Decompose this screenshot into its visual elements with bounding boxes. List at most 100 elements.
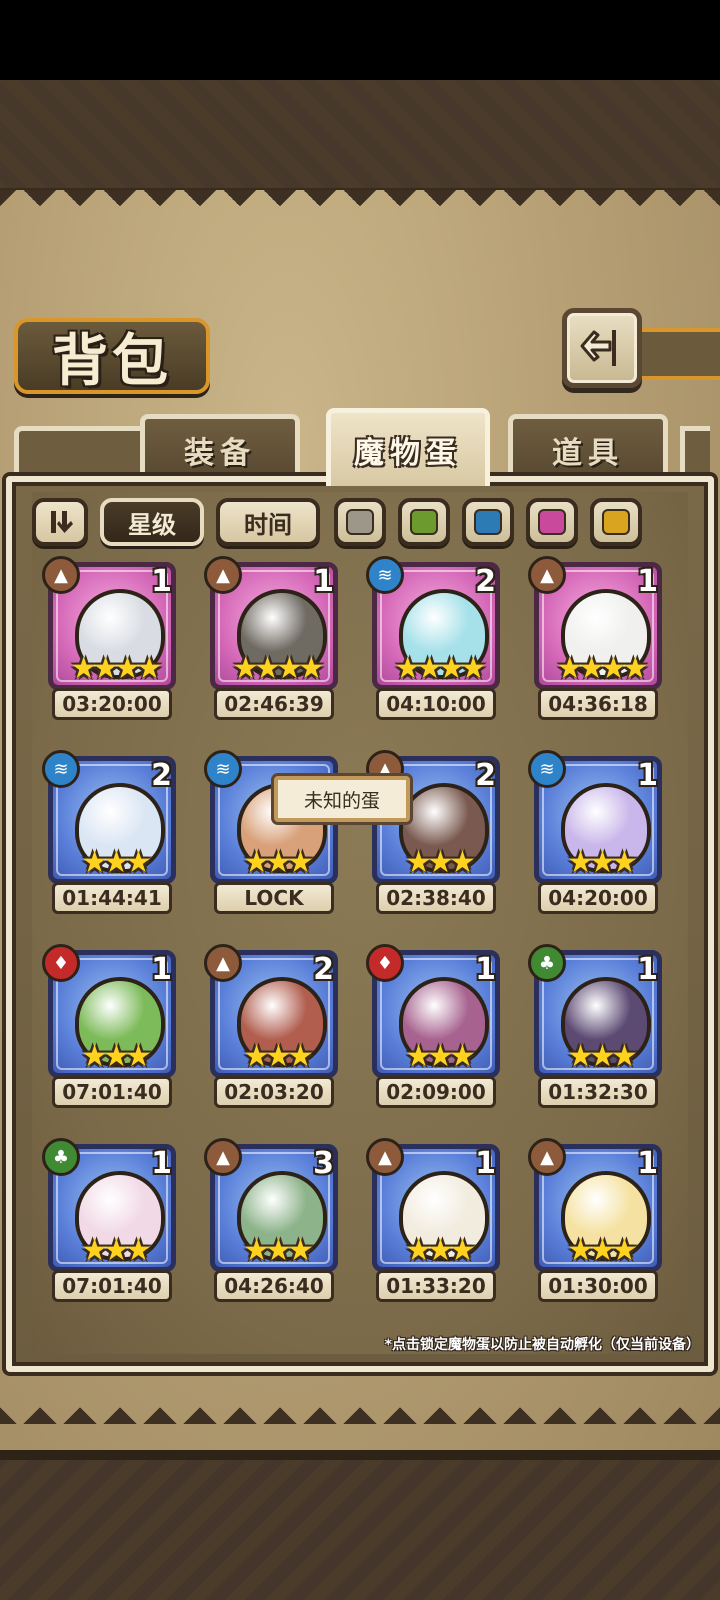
egg-star-rating: ★★★ (405, 1039, 476, 1074)
color-filter-pink-button[interactable] (526, 498, 578, 546)
egg-star-rating: ★★★ (81, 845, 152, 880)
tab-equipment[interactable]: 装备 (140, 414, 300, 480)
sort-by-stars-label: 星级 (128, 510, 176, 539)
tab-monster-eggs-label: 魔物蛋 (354, 435, 462, 471)
egg-tooltip: 未知的蛋 (274, 776, 410, 822)
egg-card[interactable]: ▲ 1 ★★★★ 04:36:18 (528, 556, 662, 726)
egg-card[interactable]: ▲ 1 ★★★★ 02:46:39 (204, 556, 338, 726)
water-element-icon: ≋ (528, 750, 566, 788)
egg-count: 2 (475, 758, 496, 793)
color-filter-green-button[interactable] (398, 498, 450, 546)
tab-items-label: 道具 (552, 435, 624, 471)
grass-element-icon: ♣ (528, 944, 566, 982)
egg-hatch-timer: 04:20:00 (538, 882, 658, 914)
color-filter-gray-button[interactable] (334, 498, 386, 546)
egg-count: 1 (637, 564, 658, 599)
egg-star-rating: ★★★ (81, 1039, 152, 1074)
bottom-zigzag-border (0, 1398, 720, 1424)
page-title: 背包 (52, 327, 172, 394)
egg-count: 1 (475, 1146, 496, 1181)
egg-star-rating: ★★★★ (232, 651, 325, 686)
color-swatch (474, 509, 502, 535)
color-swatch (538, 509, 566, 535)
sort-by-time-label: 时间 (244, 510, 292, 539)
egg-count: 1 (151, 1146, 172, 1181)
water-element-icon: ≋ (42, 750, 80, 788)
tab-equipment-label: 装备 (184, 435, 256, 471)
tab-strip-left (14, 426, 146, 482)
earth-element-icon: ▲ (366, 1138, 404, 1176)
earth-element-icon: ▲ (204, 556, 242, 594)
fire-element-icon: ♦ (366, 944, 404, 982)
egg-count: 1 (637, 758, 658, 793)
egg-card[interactable]: ♦ 1 ★★★ 07:01:40 (42, 944, 176, 1114)
egg-hatch-timer: 04:26:40 (214, 1270, 334, 1302)
egg-card[interactable]: ▲ 1 ★★★ 01:33:20 (366, 1138, 500, 1308)
egg-hatch-timer: 02:38:40 (376, 882, 496, 914)
egg-star-rating: ★★★ (243, 1039, 314, 1074)
top-zigzag-border (0, 190, 720, 216)
egg-count: 2 (151, 758, 172, 793)
auto-hatch-footnote: *点击锁定魔物蛋以防止被自动孵化（仅当前设备） (384, 1337, 700, 1353)
egg-card[interactable]: ≋ 2 ★★★ 01:44:41 (42, 750, 176, 920)
back-ribbon (630, 328, 720, 380)
egg-hatch-timer: 07:01:40 (52, 1270, 172, 1302)
color-filter-yellow-button[interactable] (590, 498, 642, 546)
back-button[interactable] (562, 308, 642, 388)
egg-hatch-timer: 03:20:00 (52, 688, 172, 720)
egg-star-rating: ★★★ (567, 1039, 638, 1074)
egg-hatch-timer: 01:44:41 (52, 882, 172, 914)
egg-card[interactable]: ♣ 1 ★★★ 07:01:40 (42, 1138, 176, 1308)
sort-by-time-button[interactable]: 时间 (216, 498, 320, 546)
egg-card[interactable]: ♣ 1 ★★★ 01:32:30 (528, 944, 662, 1114)
title-plate: 背包 (14, 318, 210, 394)
egg-card[interactable]: ▲ 1 ★★★★ 03:20:00 (42, 556, 176, 726)
color-swatch (410, 509, 438, 535)
color-filter-blue-button[interactable] (462, 498, 514, 546)
egg-count: 1 (475, 952, 496, 987)
egg-card[interactable]: ♦ 1 ★★★ 02:09:00 (366, 944, 500, 1114)
egg-star-rating: ★★★ (405, 845, 476, 880)
earth-element-icon: ▲ (42, 556, 80, 594)
egg-star-rating: ★★★ (405, 1233, 476, 1268)
egg-star-rating: ★★★ (243, 1233, 314, 1268)
status-bar (0, 0, 720, 80)
egg-count: 1 (151, 952, 172, 987)
egg-card[interactable]: ▲ 3 ★★★ 04:26:40 (204, 1138, 338, 1308)
egg-star-rating: ★★★ (567, 1233, 638, 1268)
egg-count: 1 (151, 564, 172, 599)
sort-by-stars-button[interactable]: 星级 (100, 498, 204, 546)
egg-card[interactable]: ▲ 1 ★★★ 01:30:00 (528, 1138, 662, 1308)
egg-count: 1 (637, 952, 658, 987)
egg-count: 2 (475, 564, 496, 599)
egg-hatch-timer: 04:10:00 (376, 688, 496, 720)
egg-star-rating: ★★★ (81, 1233, 152, 1268)
egg-count: 2 (313, 952, 334, 987)
egg-hatch-timer: 02:46:39 (214, 688, 334, 720)
egg-card[interactable]: ≋ 1 ★★★ 04:20:00 (528, 750, 662, 920)
sort-order-icon (51, 511, 73, 533)
color-swatch (346, 509, 374, 535)
egg-card[interactable]: ≋ 2 ★★★★ 04:10:00 (366, 556, 500, 726)
earth-element-icon: ▲ (528, 556, 566, 594)
egg-hatch-timer: 01:30:00 (538, 1270, 658, 1302)
tab-strip-right (680, 426, 710, 482)
egg-card[interactable]: ▲ 2 ★★★ 02:03:20 (204, 944, 338, 1114)
egg-count: 1 (313, 564, 334, 599)
egg-hatch-timer: 01:33:20 (376, 1270, 496, 1302)
egg-hatch-timer: LOCK (214, 882, 334, 914)
tab-monster-eggs[interactable]: 魔物蛋 (326, 408, 490, 486)
egg-hatch-timer: 04:36:18 (538, 688, 658, 720)
water-element-icon: ≋ (204, 750, 242, 788)
egg-hatch-timer: 02:09:00 (376, 1076, 496, 1108)
egg-star-rating: ★★★★ (394, 651, 487, 686)
back-arrow-icon (580, 330, 616, 366)
bottom-background (0, 1450, 720, 1600)
egg-hatch-timer: 01:32:30 (538, 1076, 658, 1108)
sort-order-toggle-button[interactable] (32, 498, 88, 546)
grass-element-icon: ♣ (42, 1138, 80, 1176)
egg-star-rating: ★★★★ (556, 651, 649, 686)
tab-items[interactable]: 道具 (508, 414, 668, 480)
egg-hatch-timer: 07:01:40 (52, 1076, 172, 1108)
water-element-icon: ≋ (366, 556, 404, 594)
